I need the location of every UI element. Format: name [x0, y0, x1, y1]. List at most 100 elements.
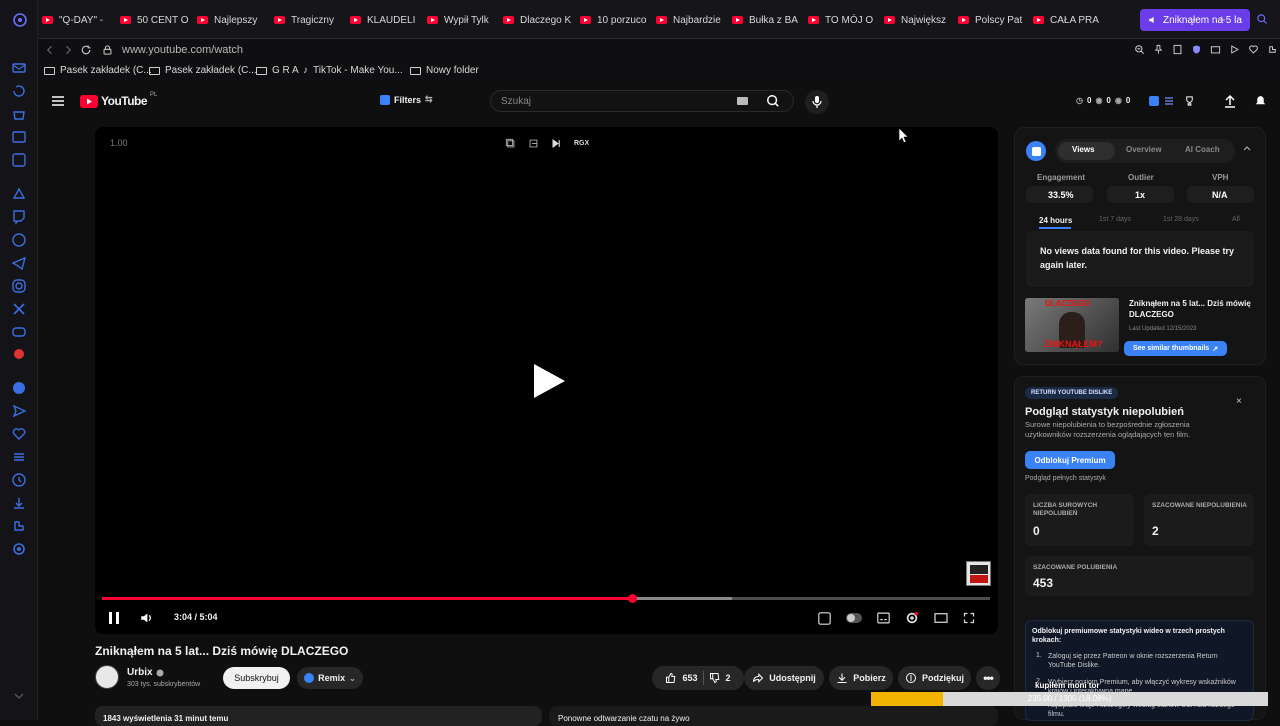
- browser-tab[interactable]: KLAUDELI: [350, 11, 422, 29]
- extensions-icon[interactable]: [1267, 44, 1278, 55]
- rail-footer-icon[interactable]: [11, 688, 27, 704]
- skip-icon[interactable]: [551, 138, 562, 149]
- send-icon[interactable]: [11, 403, 27, 419]
- thanks-button[interactable]: Podziękuj: [898, 666, 971, 690]
- bookmark-folder[interactable]: G R A: [256, 65, 299, 76]
- download-icon[interactable]: [11, 495, 27, 511]
- dislike-button[interactable]: 2: [709, 672, 731, 684]
- new-tab-button[interactable]: +: [1218, 12, 1226, 27]
- forward-icon[interactable]: [62, 44, 74, 56]
- mail-icon[interactable]: [11, 60, 27, 76]
- search-box[interactable]: Szukaj: [490, 90, 794, 112]
- tab-ai-coach[interactable]: AI Coach: [1185, 145, 1220, 154]
- range-28d[interactable]: 1st 28 days: [1163, 216, 1199, 223]
- browser-tab[interactable]: Tragiczny: [274, 11, 346, 29]
- voice-search-button[interactable]: [805, 90, 829, 114]
- browser-tab[interactable]: Bułka z BA: [732, 11, 804, 29]
- shield-icon[interactable]: [1191, 44, 1202, 55]
- browser-tab[interactable]: "Q-DAY" -: [42, 11, 114, 29]
- close-icon[interactable]: ×: [1236, 396, 1242, 407]
- favorite-icon[interactable]: [1248, 44, 1259, 55]
- list-icon[interactable]: [1164, 96, 1174, 106]
- vidiq-logo-icon[interactable]: [1026, 141, 1046, 161]
- export-icon[interactable]: [528, 138, 539, 149]
- browser-tab[interactable]: CAŁA PRA: [1033, 11, 1105, 29]
- range-all[interactable]: All: [1232, 216, 1240, 223]
- lock-icon[interactable]: [102, 44, 113, 56]
- twitch-icon[interactable]: [11, 209, 27, 225]
- browser-tab[interactable]: Wypił Tylk: [427, 11, 499, 29]
- back-icon[interactable]: [44, 44, 56, 56]
- search-input[interactable]: Szukaj: [501, 96, 531, 107]
- zoom-icon[interactable]: [1134, 44, 1145, 55]
- reload-icon[interactable]: [80, 44, 92, 56]
- upload-icon[interactable]: [1224, 94, 1236, 108]
- list-icon[interactable]: [11, 449, 27, 465]
- browser-tab[interactable]: Najlepszy: [197, 11, 269, 29]
- rgx-button[interactable]: RGX: [574, 140, 589, 147]
- fullscreen-icon[interactable]: [963, 612, 975, 624]
- search-tabs-icon[interactable]: [1256, 13, 1268, 25]
- channel-name[interactable]: Urbix: [127, 667, 153, 678]
- pin-icon[interactable]: [1153, 44, 1164, 55]
- browser-tab[interactable]: Dlaczego K: [503, 11, 575, 29]
- browser-tab[interactable]: Największ: [884, 11, 956, 29]
- filters-button[interactable]: Filters ⇆: [380, 94, 433, 105]
- keyboard-icon[interactable]: [737, 97, 748, 105]
- range-7d[interactable]: 1st 7 days: [1099, 216, 1131, 223]
- bookmark-folder[interactable]: Nowy folder: [410, 65, 479, 76]
- tab-active[interactable]: Zniknąłem na 5 la: [1140, 9, 1250, 31]
- spotify-icon[interactable]: [11, 380, 27, 396]
- x-icon[interactable]: [11, 301, 27, 317]
- tab-views[interactable]: Views: [1072, 145, 1095, 154]
- channel-watermark[interactable]: [966, 561, 991, 586]
- video-thumbnail[interactable]: DLACZEGO ZNIKNĄŁEM?: [1025, 298, 1119, 352]
- subtitles-icon[interactable]: [877, 612, 890, 624]
- settings-icon[interactable]: [905, 611, 919, 625]
- browser-tab[interactable]: Najbardzie: [656, 11, 728, 29]
- puzzle-icon[interactable]: [11, 518, 27, 534]
- refresh-app-icon[interactable]: [11, 83, 27, 99]
- vidiq-player-icon[interactable]: [818, 611, 831, 625]
- chat-icon[interactable]: [11, 232, 27, 248]
- youtube-logo[interactable]: YouTube PL: [80, 92, 157, 108]
- bookmark-link[interactable]: ♪ TikTok - Make You...: [303, 65, 403, 76]
- discord-icon[interactable]: [11, 324, 27, 340]
- share-button[interactable]: Udostępnij: [744, 666, 824, 690]
- trophy-icon[interactable]: [1184, 95, 1195, 107]
- live-chat-replay[interactable]: Ponowne odtwarzanie czatu na żywo: [549, 706, 998, 726]
- tab-overview[interactable]: Overview: [1126, 145, 1162, 154]
- vidiq-icon[interactable]: [1149, 96, 1159, 106]
- progress-track[interactable]: [102, 594, 990, 603]
- browser-logo-icon[interactable]: [12, 12, 28, 28]
- notifications-icon[interactable]: [1254, 94, 1267, 108]
- settings-icon[interactable]: [11, 541, 27, 557]
- similar-thumbnails-button[interactable]: See similar thumbnails ↗: [1124, 341, 1227, 356]
- range-24h[interactable]: 24 hours: [1039, 216, 1072, 225]
- telegram-icon[interactable]: [11, 255, 27, 271]
- browser-tab[interactable]: 10 porzuco: [580, 11, 652, 29]
- like-button[interactable]: 653: [665, 672, 698, 684]
- copy-icon[interactable]: [505, 138, 516, 149]
- autoplay-toggle[interactable]: [846, 613, 862, 623]
- collapse-icon[interactable]: [1243, 145, 1251, 151]
- edit-icon[interactable]: [11, 129, 27, 145]
- browser-tab[interactable]: TO MÓJ O: [808, 11, 880, 29]
- download-button[interactable]: Pobierz: [829, 666, 893, 690]
- subscribe-button[interactable]: Subskrybuj: [223, 667, 290, 689]
- menu-icon[interactable]: [52, 96, 64, 106]
- shop-icon[interactable]: [11, 106, 27, 122]
- instagram-icon[interactable]: [11, 278, 27, 294]
- remix-button[interactable]: Remix ⌄: [297, 667, 363, 689]
- pause-icon[interactable]: [109, 612, 119, 624]
- unlock-premium-button[interactable]: Odblokuj Premium: [1025, 451, 1115, 469]
- clock-icon[interactable]: [11, 472, 27, 488]
- more-actions-button[interactable]: •••: [976, 666, 1000, 690]
- screenshot-icon[interactable]: [1210, 44, 1221, 55]
- feed-icon[interactable]: [11, 186, 27, 202]
- browser-tab[interactable]: Polscy Pat: [958, 11, 1030, 29]
- search-icon[interactable]: [766, 94, 780, 108]
- heart-icon[interactable]: [11, 426, 27, 442]
- browser-tab[interactable]: 50 CENT O: [120, 11, 192, 29]
- progress-scrubber[interactable]: [628, 594, 638, 603]
